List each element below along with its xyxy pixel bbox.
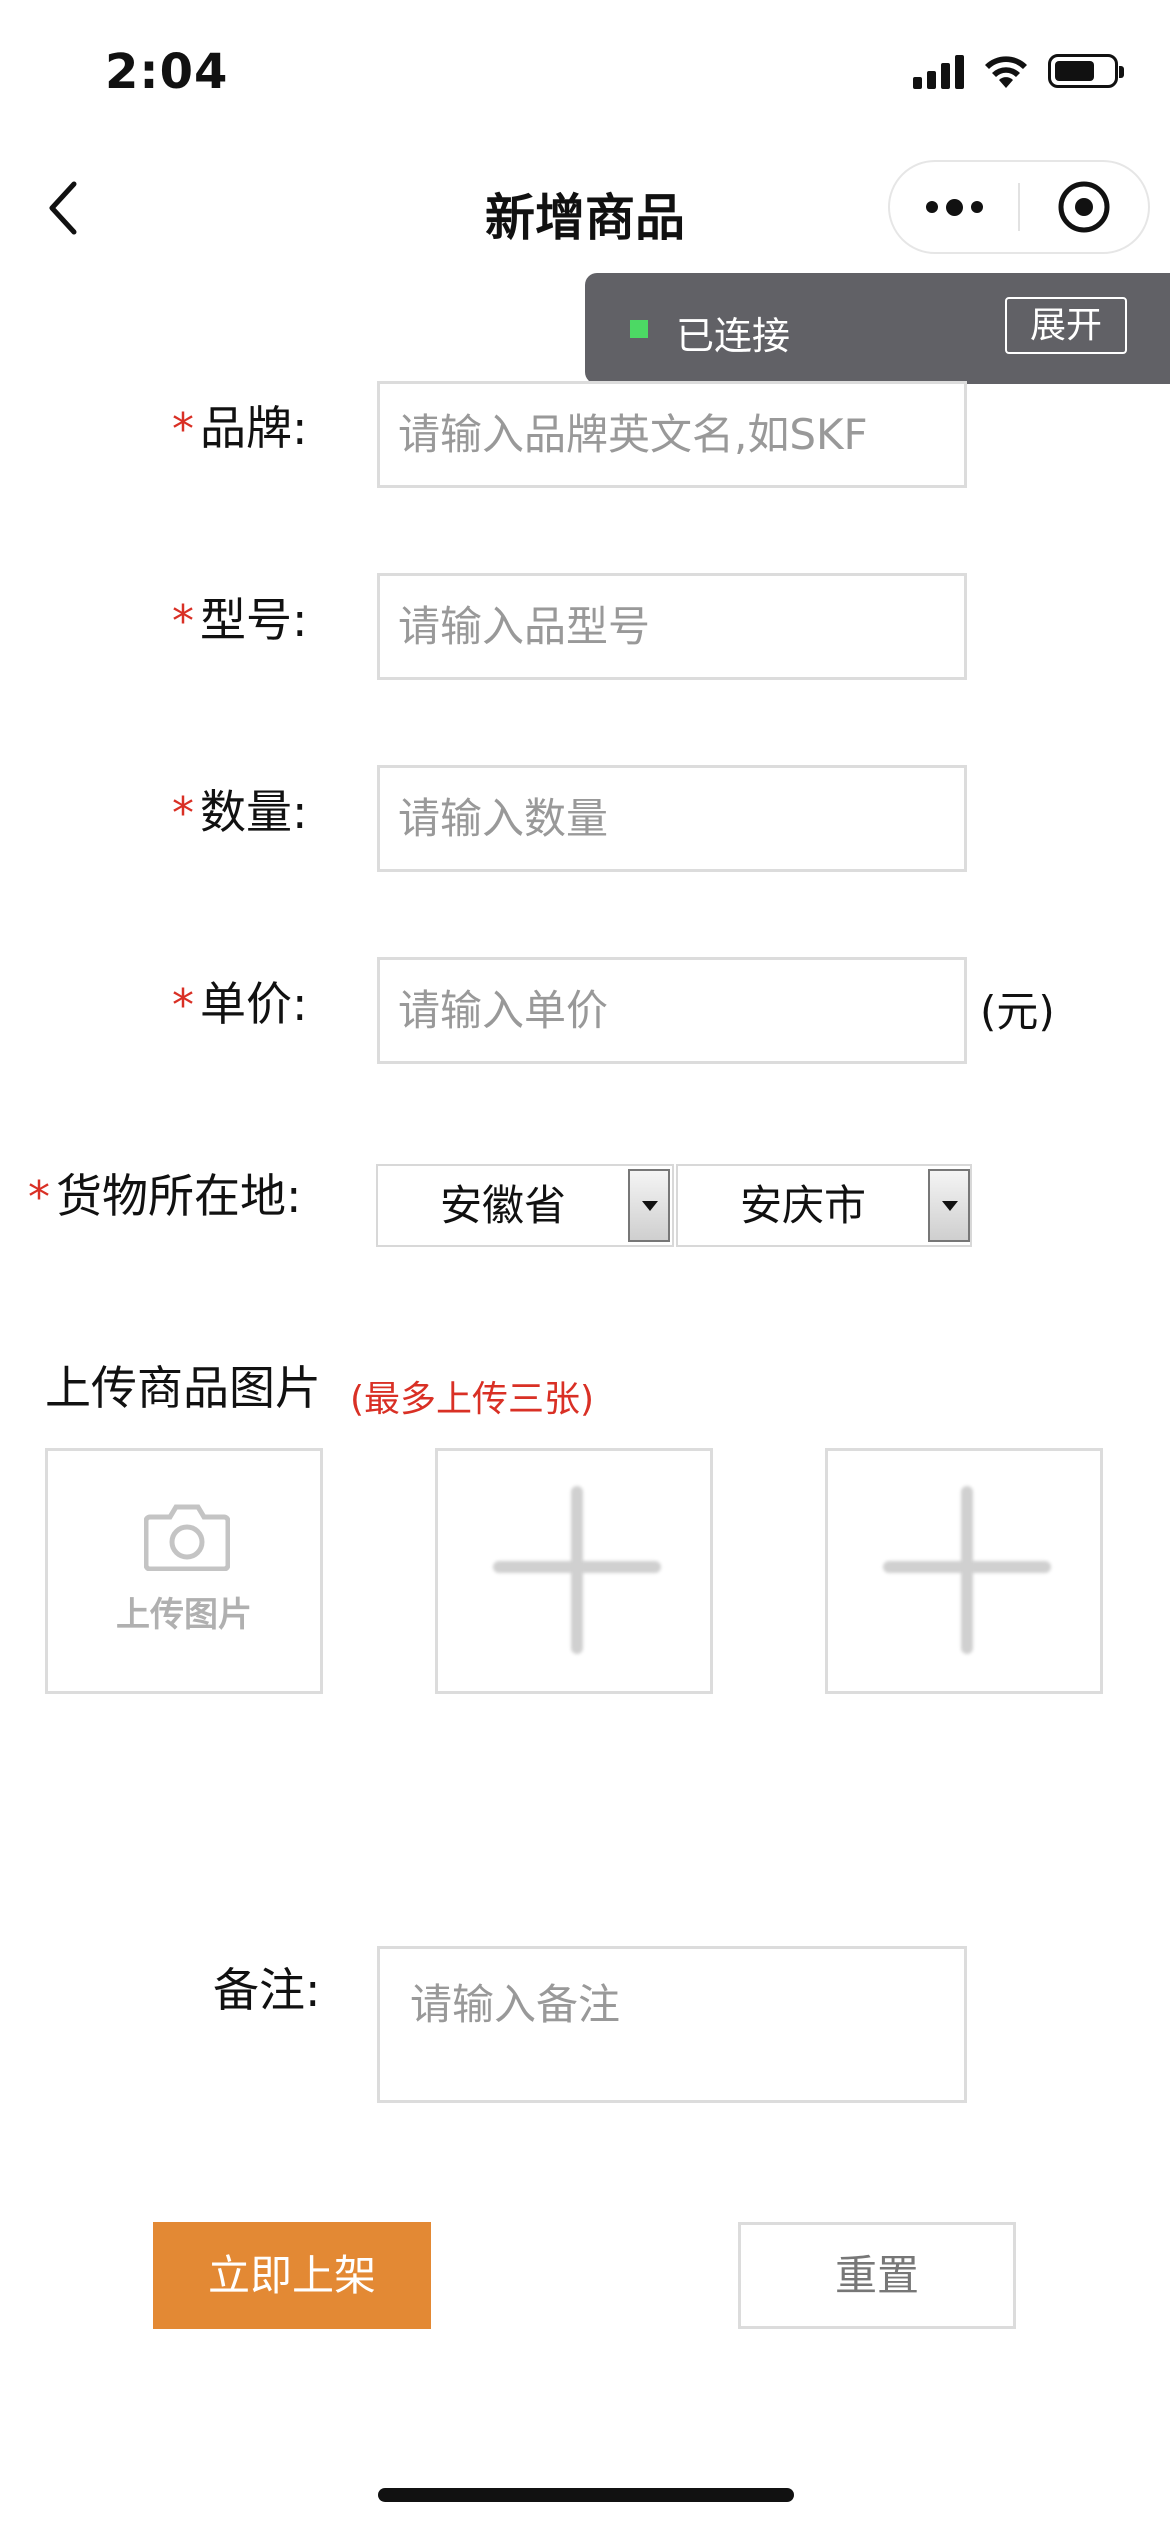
- required-mark: *: [172, 788, 194, 839]
- upload-slot-2[interactable]: [435, 1448, 713, 1694]
- wifi-icon: [985, 56, 1027, 88]
- mini-program-capsule: [888, 160, 1150, 254]
- battery-icon: [1048, 54, 1124, 88]
- status-icons: [913, 52, 1124, 90]
- province-select[interactable]: 安徽省: [376, 1164, 674, 1247]
- price-unit: (元): [980, 987, 1055, 1036]
- model-label-text: 型号:: [200, 593, 308, 647]
- model-label: * 型号:: [172, 584, 308, 650]
- remarks-label: 备注:: [213, 1963, 321, 2017]
- reset-button[interactable]: 重置: [738, 2222, 1016, 2329]
- quantity-input[interactable]: 请输入数量: [377, 765, 967, 872]
- location-label: * 货物所在地:: [28, 1160, 302, 1226]
- submit-button[interactable]: 立即上架: [153, 2222, 431, 2329]
- upload-title: 上传商品图片: [45, 1361, 321, 1415]
- camera-icon: [144, 1504, 230, 1571]
- connection-banner: 已连接 展开: [585, 273, 1170, 384]
- more-dots-icon[interactable]: [890, 198, 1018, 216]
- required-mark: *: [172, 980, 194, 1031]
- model-input[interactable]: 请输入品型号: [377, 573, 967, 680]
- required-mark: *: [172, 596, 194, 647]
- location-label-text: 货物所在地:: [56, 1169, 302, 1223]
- upload-slot-1[interactable]: 上传图片: [45, 1448, 323, 1694]
- plus-icon: [961, 1486, 973, 1654]
- brand-input[interactable]: 请输入品牌英文名,如SKF: [377, 381, 967, 488]
- plus-icon: [571, 1486, 583, 1654]
- upload-hint: (最多上传三张): [350, 1379, 595, 1420]
- quantity-label-text: 数量:: [200, 785, 308, 839]
- chevron-down-icon[interactable]: [928, 1169, 970, 1242]
- city-select[interactable]: 安庆市: [676, 1164, 972, 1247]
- chevron-down-icon[interactable]: [628, 1169, 670, 1242]
- expand-button[interactable]: 展开: [1005, 297, 1127, 354]
- brand-label: * 品牌:: [172, 392, 308, 458]
- target-icon[interactable]: [1020, 179, 1148, 235]
- price-label-text: 单价:: [200, 977, 308, 1031]
- province-value: 安徽省: [439, 1181, 566, 1230]
- required-mark: *: [28, 1172, 50, 1223]
- price-input[interactable]: 请输入单价: [377, 957, 967, 1064]
- price-label: * 单价:: [172, 968, 308, 1034]
- brand-label-text: 品牌:: [200, 401, 308, 455]
- home-indicator[interactable]: [378, 2488, 794, 2502]
- city-value: 安庆市: [739, 1181, 866, 1230]
- signal-icon: [913, 53, 964, 89]
- required-mark: *: [172, 404, 194, 455]
- quantity-label: * 数量:: [172, 776, 308, 842]
- upload-slot-3[interactable]: [825, 1448, 1103, 1694]
- upload-slot-label: 上传图片: [116, 1595, 252, 1635]
- remarks-textarea[interactable]: 请输入备注: [377, 1946, 967, 2103]
- status-time: 2:04: [105, 44, 229, 100]
- connection-indicator: [630, 320, 648, 338]
- connection-status: 已连接: [676, 314, 791, 358]
